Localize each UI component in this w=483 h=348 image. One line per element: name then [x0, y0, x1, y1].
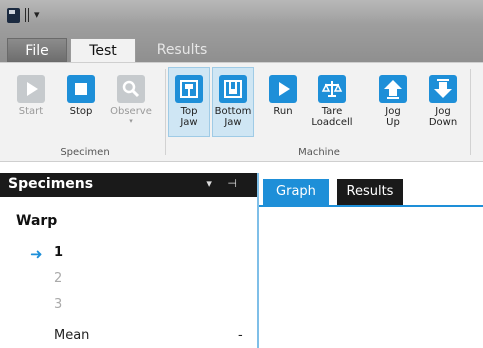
- stop-button[interactable]: Stop: [60, 67, 102, 137]
- observe-button[interactable]: Observe ▾: [110, 67, 152, 137]
- specimens-panel-title: Specimens: [8, 176, 94, 192]
- machine-group: Top Jaw Bottom Jaw Run Tare Loadcell Jog…: [168, 65, 470, 159]
- start-label: Start: [18, 106, 44, 117]
- mean-value: -: [238, 328, 243, 343]
- play-icon: [17, 75, 45, 103]
- bottom-jaw-icon: [219, 75, 247, 103]
- top-jaw-icon: [175, 75, 203, 103]
- specimens-panel-header: Specimens ▾ ⊣: [0, 173, 257, 197]
- arrow-down-icon: [429, 75, 457, 103]
- current-specimen-arrow-icon: ➜: [30, 245, 43, 263]
- jog-up-button[interactable]: Jog Up: [372, 67, 414, 137]
- bottom-jaw-label-line1: Bottom: [214, 106, 252, 117]
- toolbar-separator: [25, 8, 26, 22]
- bottom-jaw-button[interactable]: Bottom Jaw: [212, 67, 254, 137]
- top-jaw-label-line2: Jaw: [180, 117, 198, 128]
- run-button[interactable]: Run: [262, 67, 304, 137]
- jog-up-label-line1: Jog: [385, 106, 401, 117]
- tab-file[interactable]: File: [7, 38, 67, 62]
- group-separator: [165, 69, 166, 155]
- panel-pin-icon[interactable]: ▾ ⊣: [206, 177, 243, 190]
- arrow-up-icon: [379, 75, 407, 103]
- bottom-jaw-label-line2: Jaw: [224, 117, 242, 128]
- specimen-item[interactable]: 1: [54, 245, 63, 260]
- top-jaw-button[interactable]: Top Jaw: [168, 67, 210, 137]
- mean-label: Mean: [54, 328, 90, 343]
- document-area: Graph Results: [259, 173, 483, 348]
- toolbar-separator: [28, 8, 29, 22]
- scale-icon: [318, 75, 346, 103]
- dropdown-arrow-icon: ▾: [129, 117, 133, 125]
- group-separator: [470, 69, 471, 155]
- specimens-list: Warp ➜ 1 2 3 Mean -: [0, 197, 257, 348]
- start-button[interactable]: Start: [10, 67, 52, 137]
- specimen-group-label: Specimen: [60, 147, 110, 158]
- run-label: Run: [273, 106, 293, 117]
- magnifier-icon: [117, 75, 145, 103]
- run-icon: [269, 75, 297, 103]
- specimen-group-warp[interactable]: Warp: [16, 213, 57, 229]
- tab-results[interactable]: Results: [142, 38, 222, 62]
- tare-label-line1: Tare: [321, 106, 343, 117]
- tab-test[interactable]: Test: [70, 38, 136, 63]
- jog-down-label-line2: Down: [428, 117, 458, 128]
- app-icon[interactable]: [7, 7, 20, 23]
- customize-toolbar-icon[interactable]: ▾: [34, 8, 40, 22]
- tab-underline: [259, 205, 483, 207]
- jog-down-label-line1: Jog: [435, 106, 451, 117]
- machine-group-label: Machine: [298, 147, 340, 158]
- tab-graph[interactable]: Graph: [263, 179, 329, 205]
- stop-label: Stop: [69, 106, 93, 117]
- jog-up-label-line2: Up: [386, 117, 400, 128]
- jog-down-button[interactable]: Jog Down: [422, 67, 464, 137]
- stop-icon: [67, 75, 95, 103]
- title-bar: ▾ File Test Results: [0, 0, 483, 63]
- tare-label-line2: Loadcell: [311, 117, 353, 128]
- observe-label: Observe: [110, 106, 152, 117]
- specimen-group: Start Stop Observe ▾ Specimen: [8, 65, 162, 159]
- specimen-item[interactable]: 2: [54, 271, 62, 286]
- top-jaw-label-line1: Top: [180, 106, 198, 117]
- ribbon: Start Stop Observe ▾ Specimen Top Jaw Bo…: [0, 62, 483, 162]
- quick-access-toolbar: ▾: [7, 6, 40, 24]
- tab-doc-results[interactable]: Results: [337, 179, 403, 205]
- tare-loadcell-button[interactable]: Tare Loadcell: [308, 67, 356, 137]
- specimen-item[interactable]: 3: [54, 297, 62, 312]
